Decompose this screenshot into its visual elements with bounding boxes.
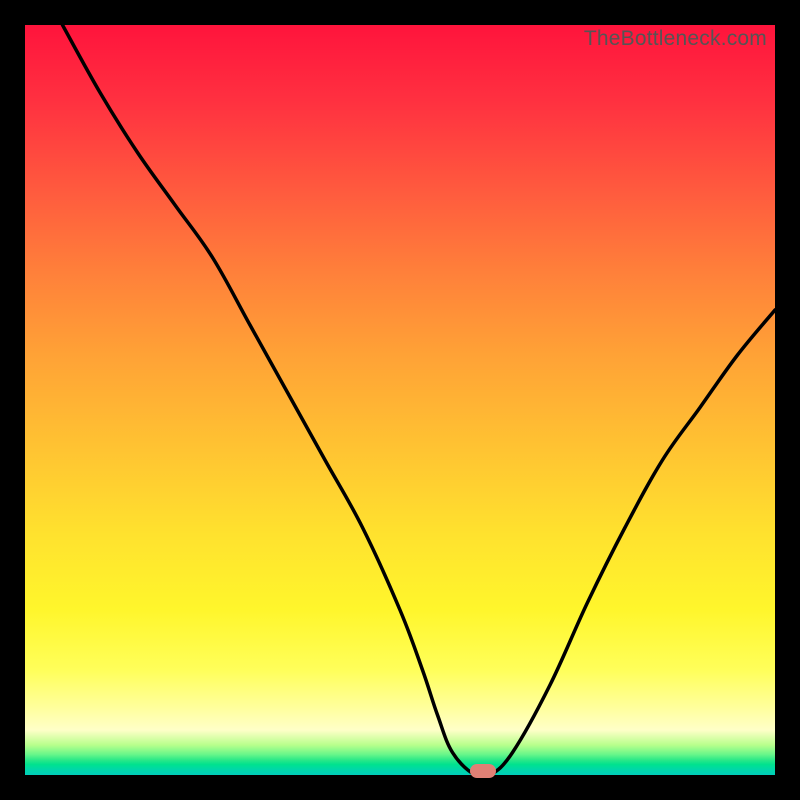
bottleneck-curve [25, 25, 775, 775]
chart-frame: TheBottleneck.com [0, 0, 800, 800]
watermark-text: TheBottleneck.com [584, 27, 767, 51]
optimal-point-marker [470, 764, 496, 778]
chart-plot-area: TheBottleneck.com [25, 25, 775, 775]
